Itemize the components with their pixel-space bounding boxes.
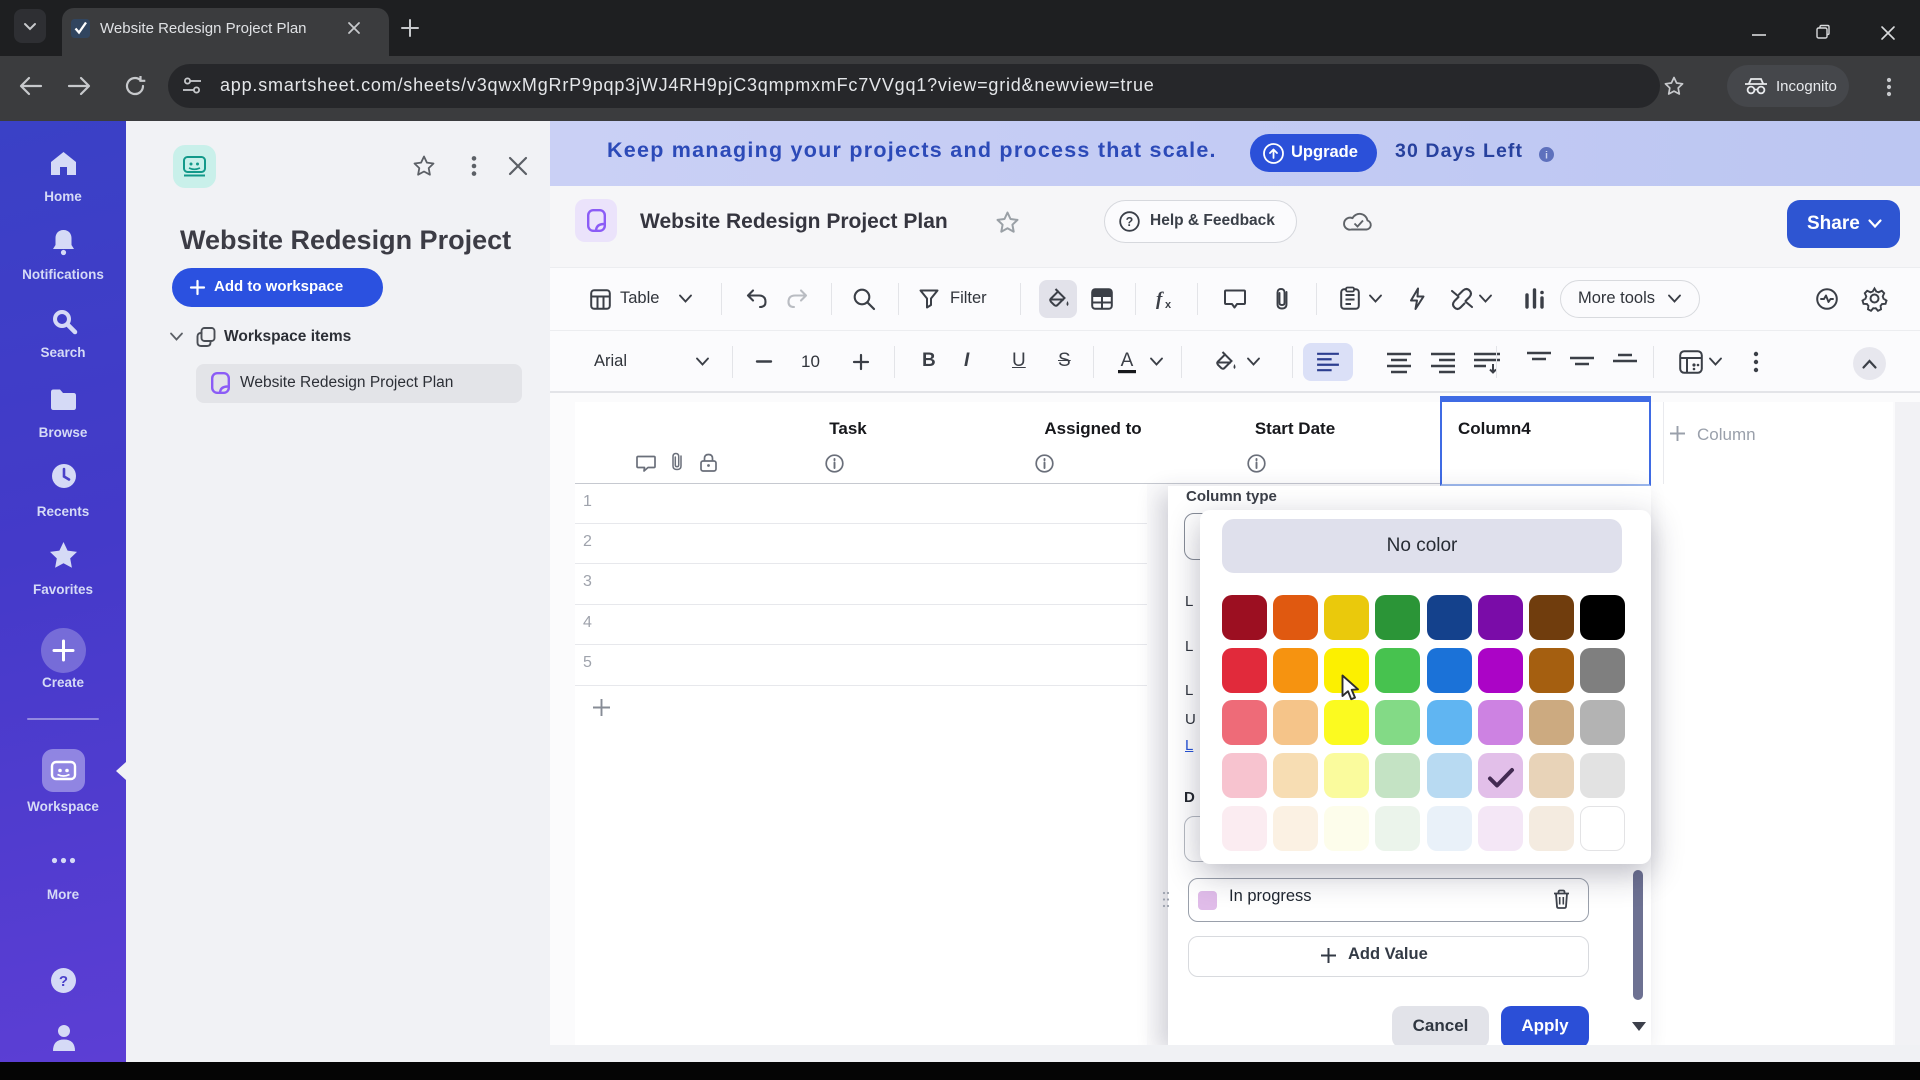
svg-text:f: f [1156, 289, 1164, 310]
svg-text:?: ? [59, 973, 68, 990]
svg-text:i: i [1545, 151, 1548, 162]
svg-text:?: ? [1126, 215, 1134, 229]
svg-text:A: A [1121, 350, 1134, 371]
svg-text:x: x [1165, 299, 1172, 311]
